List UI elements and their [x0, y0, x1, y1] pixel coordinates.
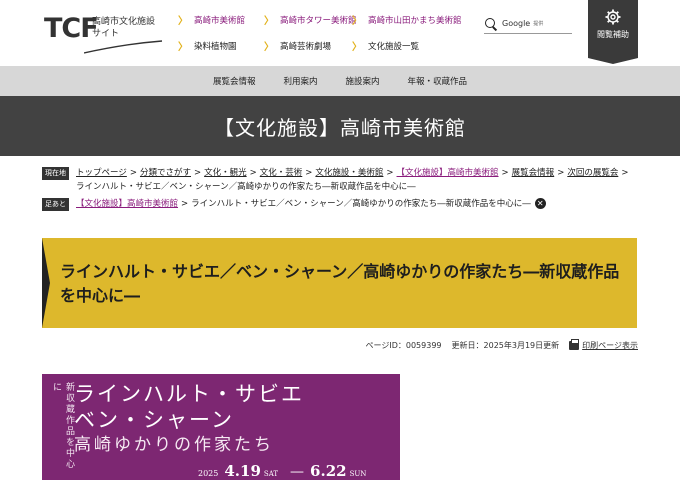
breadcrumb: 現在地 トップページ > 分類でさがす > 文化・観光 > 文化・芸術 > 文化施設・美術館 > 【…	[42, 166, 636, 194]
chevron-right-icon: 〉	[178, 42, 188, 53]
gear-icon	[605, 9, 621, 25]
close-icon[interactable]: ✕	[534, 198, 546, 209]
print-page-link[interactable]: 印刷ページ表示	[582, 340, 638, 351]
poster-start-date: 4.19	[224, 462, 261, 480]
exhibition-heading: ラインハルト・サビエ／ベン・シャーン／高崎ゆかりの作家たち―新収蔵作品を中心に―	[60, 262, 620, 305]
poster-date-dash: —	[290, 464, 305, 480]
search-input[interactable]: Google 提供	[484, 14, 572, 34]
museum-subnav: 展覧会情報 利用案内 施設案内 年報・収蔵作品	[0, 66, 680, 96]
subnav-usage-guide[interactable]: 利用案内	[283, 75, 317, 87]
footprint-tag: 足あと	[42, 198, 69, 211]
nav-item-kamachi-museum[interactable]: 〉高崎市山田かまち美術館	[352, 12, 462, 28]
assist-label: 閲覧補助	[597, 30, 629, 39]
accessibility-assist-button[interactable]: 閲覧補助	[588, 0, 638, 64]
chevron-right-icon: 〉	[352, 42, 362, 53]
chevron-right-icon: 〉	[178, 16, 188, 27]
page-title: 【文化施設】高崎市美術館	[214, 115, 466, 140]
breadcrumb-link-facilities[interactable]: 文化施設・美術館	[315, 168, 383, 178]
chevron-right-icon: 〉	[264, 16, 274, 27]
nav-item-arts-theater[interactable]: 〉高崎芸術劇場	[264, 38, 331, 54]
exhibition-poster: 新収蔵作品を中心に ラインハルト・サビエ ベン・シャーン 高崎ゆかりの作家たち …	[42, 374, 400, 480]
poster-year: 2025	[198, 469, 219, 478]
subnav-exhibitions[interactable]: 展覧会情報	[213, 75, 256, 87]
breadcrumb-current: ラインハルト・サビエ／ベン・シャーン／高崎ゆかりの作家たち―新収蔵作品を中心に―	[76, 182, 416, 192]
breadcrumb-link-category[interactable]: 分類でさがす	[140, 168, 191, 178]
footprint-current: ラインハルト・サビエ／ベン・シャーン／高崎ゆかりの作家たち―新収蔵作品を中心に―	[191, 199, 531, 209]
logo-text: 高崎市文化施設 サイト	[92, 17, 156, 39]
poster-vertical-text: 新収蔵作品を中心に	[51, 382, 74, 470]
updated-date: 更新日：2025年3月19日更新	[451, 341, 560, 350]
logo-swoosh-icon	[84, 40, 163, 54]
search-provider-sub: 提供	[533, 21, 544, 27]
breadcrumb-link-museum[interactable]: 【文化施設】高崎市美術館	[397, 168, 499, 178]
poster-date: 2025 4.19 SAT — 6.22 SUN	[198, 462, 372, 480]
poster-start-dow: SAT	[263, 470, 279, 478]
nav-item-tower-art-museum[interactable]: 〉高崎市タワー美術館	[264, 12, 357, 28]
page-meta: ページID：0059399 更新日：2025年3月19日更新 印刷ページ表示	[356, 339, 638, 351]
site-header: TCF 高崎市文化施設 サイト 〉高崎市美術館 〉高崎市タワー美術館 〉高崎市山…	[0, 0, 680, 66]
printer-icon[interactable]	[569, 339, 580, 350]
search-provider-label: Google	[502, 19, 531, 28]
page-id: ページID：0059399	[365, 341, 442, 350]
breadcrumb-link-next-exhibition[interactable]: 次回の展覧会	[567, 168, 618, 178]
poster-end-dow: SUN	[349, 470, 367, 478]
nav-item-takasaki-art-museum[interactable]: 〉高崎市美術館	[178, 12, 245, 28]
breadcrumb-link-exhibitions[interactable]: 展覧会情報	[512, 168, 555, 178]
subnav-facility-guide[interactable]: 施設案内	[346, 75, 380, 87]
nav-item-dye-plant-garden[interactable]: 〉染料植物園	[178, 38, 237, 54]
exhibition-heading-banner: ラインハルト・サビエ／ベン・シャーン／高崎ゆかりの作家たち―新収蔵作品を中心に―	[42, 238, 637, 328]
chevron-right-icon: 〉	[264, 42, 274, 53]
breadcrumb-link-top[interactable]: トップページ	[76, 168, 127, 178]
chevron-right-icon: 〉	[352, 16, 362, 27]
breadcrumb-link-culture-tourism[interactable]: 文化・観光	[204, 168, 247, 178]
nav-item-facility-list[interactable]: 〉文化施設一覧	[352, 38, 419, 54]
search-icon[interactable]	[484, 17, 498, 31]
site-logo[interactable]: TCF 高崎市文化施設 サイト	[44, 14, 164, 54]
breadcrumb-link-culture-art[interactable]: 文化・芸術	[260, 168, 303, 178]
footprint-link-museum[interactable]: 【文化施設】高崎市美術館	[76, 199, 178, 209]
subnav-annual-report[interactable]: 年報・収蔵作品	[408, 75, 468, 87]
poster-end-date: 6.22	[310, 462, 347, 480]
breadcrumb-tag: 現在地	[42, 167, 69, 180]
site-title-band: 【文化施設】高崎市美術館	[0, 96, 680, 156]
poster-line-3: 高崎ゆかりの作家たち	[74, 435, 274, 455]
footprint-trail: 足あと 【文化施設】高崎市美術館 > ラインハルト・サビエ／ベン・シャーン／高崎ゆか…	[42, 197, 636, 211]
